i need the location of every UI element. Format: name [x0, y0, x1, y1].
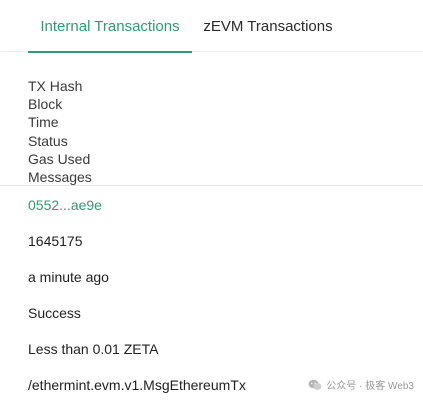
gas-used-value: Less than 0.01 ZETA	[28, 341, 159, 357]
block-value: 1645175	[28, 233, 83, 249]
column-headers: TX Hash Block Time Status Gas Used Messa…	[28, 77, 92, 186]
header-messages: Messages	[28, 169, 92, 186]
wechat-icon	[308, 379, 322, 391]
header-block: Block	[28, 96, 63, 113]
messages-value: /ethermint.evm.v1.MsgEthereumTx	[28, 377, 246, 393]
tab-zevm-transactions[interactable]: zEVM Transactions	[193, 0, 343, 52]
header-time: Time	[28, 114, 59, 131]
status-value: Success	[28, 305, 81, 321]
header-divider	[0, 185, 423, 186]
tab-internal-transactions[interactable]: Internal Transactions	[28, 0, 192, 53]
watermark-text: 公众号 · 极客 Web3	[326, 381, 414, 392]
watermark: 公众号 · 极客 Web3	[305, 375, 417, 394]
header-status: Status	[28, 132, 68, 149]
header-tx-hash: TX Hash	[28, 78, 83, 94]
tx-hash-link[interactable]: 0552...ae9e	[28, 197, 102, 213]
time-value: a minute ago	[28, 269, 109, 285]
tab-bar: Internal Transactions zEVM Transactions	[0, 0, 423, 53]
header-gas-used: Gas Used	[28, 150, 91, 167]
